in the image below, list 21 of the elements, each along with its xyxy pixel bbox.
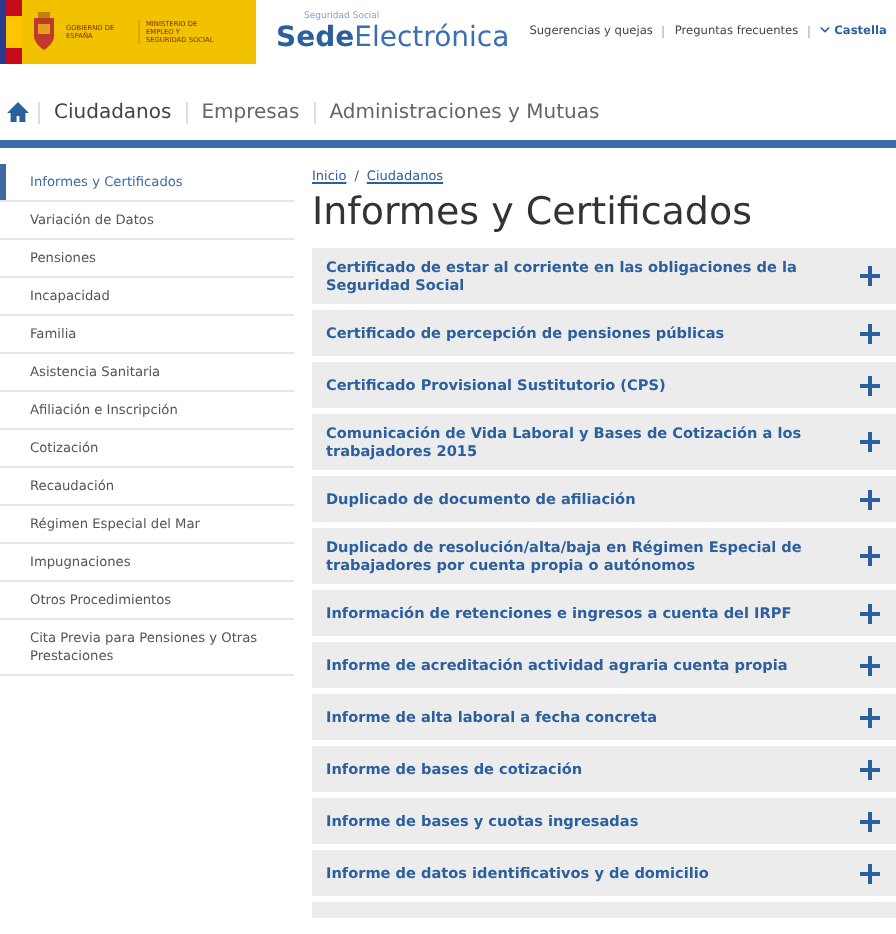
plus-icon <box>860 375 880 395</box>
plus-icon <box>860 323 880 343</box>
plus-icon <box>860 707 880 727</box>
plus-icon <box>860 811 880 831</box>
plus-icon <box>860 655 880 675</box>
nav-tab[interactable]: Empresas <box>185 101 314 123</box>
plus-icon <box>860 603 880 623</box>
plus-icon <box>860 266 880 286</box>
plus-icon <box>860 489 880 509</box>
coat-of-arms-icon <box>30 12 58 52</box>
plus-icon <box>860 546 880 566</box>
flag-icon <box>0 0 22 64</box>
chevron-down-icon <box>820 26 831 34</box>
plus-icon <box>860 759 880 779</box>
page-title: Informes y Certificados <box>312 188 754 238</box>
nav-tab[interactable]: Ciudadanos <box>38 101 186 123</box>
home-icon[interactable] <box>6 100 30 124</box>
plus-icon <box>860 863 880 883</box>
site-title: SedeElectrónica <box>276 21 510 53</box>
plus-icon <box>860 432 880 452</box>
nav-tab[interactable]: Administraciones y Mutuas <box>313 101 614 123</box>
